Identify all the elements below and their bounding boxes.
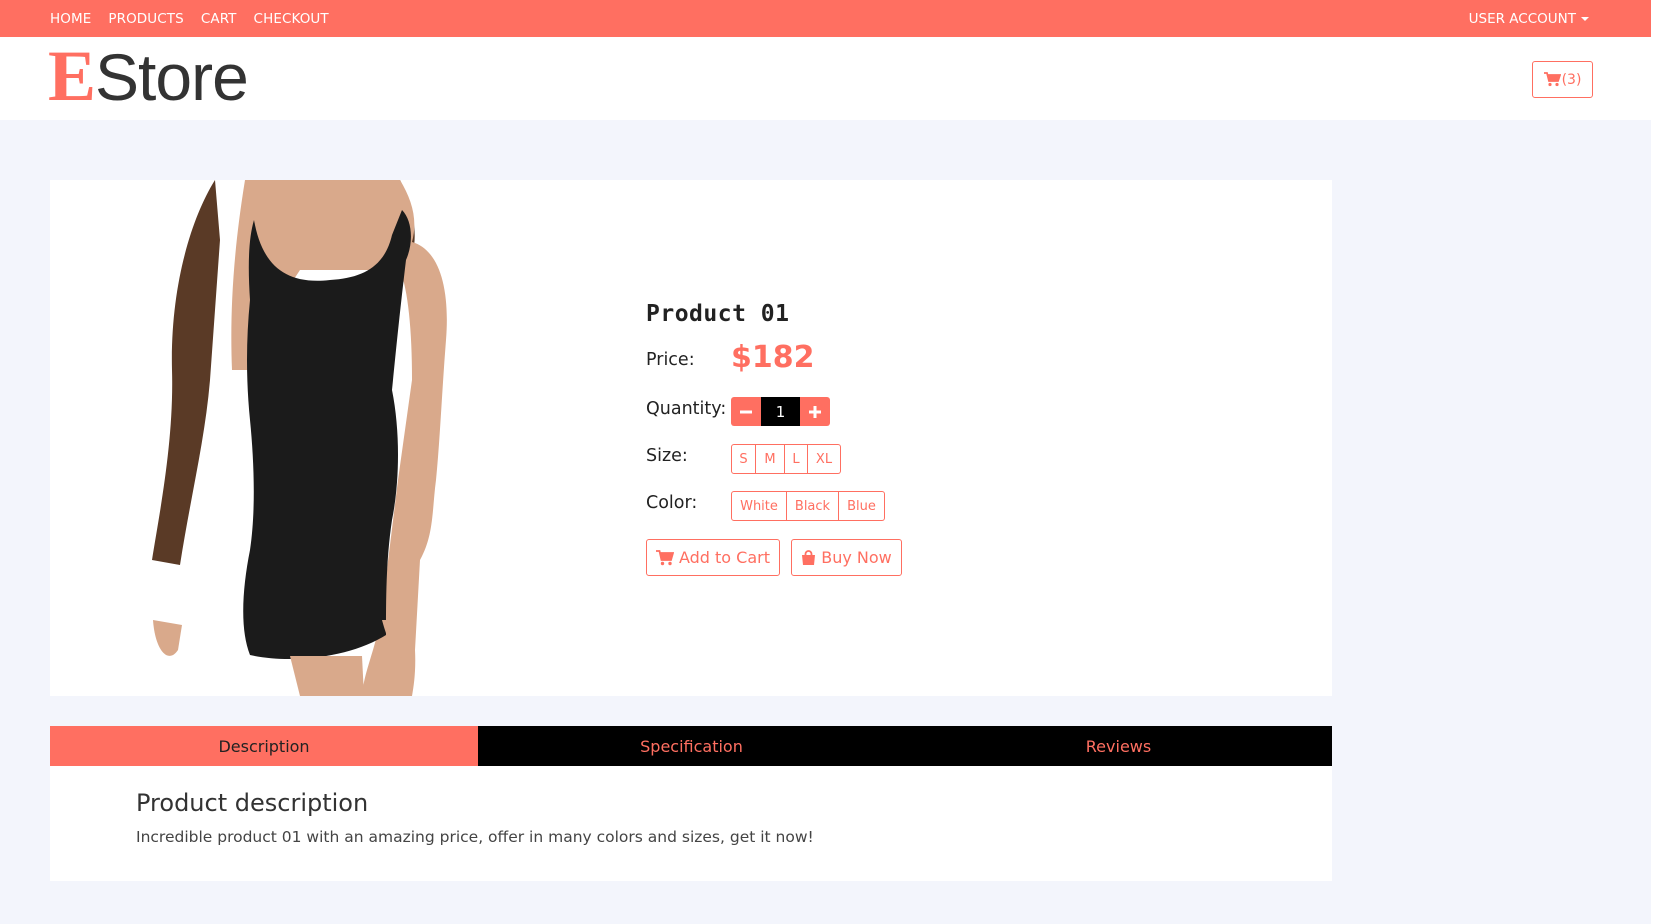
color-options: White Black Blue bbox=[731, 491, 885, 521]
description-panel: Product description Incredible product 0… bbox=[50, 766, 1332, 881]
size-option-xl[interactable]: XL bbox=[808, 444, 841, 474]
product-tabs: Description Specification Reviews bbox=[50, 726, 1332, 766]
color-option-blue[interactable]: Blue bbox=[839, 491, 885, 521]
shopping-cart-icon bbox=[655, 549, 674, 565]
shopping-bag-icon bbox=[802, 549, 816, 565]
minus-icon bbox=[740, 410, 752, 413]
quantity-stepper: 1 bbox=[731, 397, 830, 426]
tab-description[interactable]: Description bbox=[50, 726, 478, 766]
decrease-quantity-button[interactable] bbox=[731, 397, 761, 426]
top-navbar: HOME PRODUCTS CART CHECKOUT USER ACCOUNT bbox=[0, 0, 1651, 37]
add-to-cart-button[interactable]: Add to Cart bbox=[646, 539, 780, 576]
size-option-m[interactable]: M bbox=[756, 444, 785, 474]
right-gutter bbox=[1651, 0, 1657, 924]
product-price: $182 bbox=[731, 340, 815, 375]
size-label: Size: bbox=[646, 446, 688, 466]
plus-icon bbox=[809, 405, 821, 418]
nav-link-checkout[interactable]: CHECKOUT bbox=[254, 11, 329, 27]
nav-link-cart[interactable]: CART bbox=[201, 11, 237, 27]
color-option-black[interactable]: Black bbox=[787, 491, 839, 521]
buy-now-button[interactable]: Buy Now bbox=[791, 539, 902, 576]
top-nav-links: HOME PRODUCTS CART CHECKOUT bbox=[50, 0, 329, 37]
quantity-label: Quantity: bbox=[646, 399, 727, 419]
logo-text: Store bbox=[95, 40, 249, 114]
logo-letter-e: E bbox=[48, 36, 96, 116]
description-title: Product description bbox=[136, 789, 369, 817]
store-logo[interactable]: EStore bbox=[48, 36, 249, 116]
caret-down-icon bbox=[1581, 16, 1589, 21]
increase-quantity-button[interactable] bbox=[800, 397, 830, 426]
tab-specification[interactable]: Specification bbox=[478, 726, 905, 766]
cart-count: (3) bbox=[1561, 71, 1582, 88]
header-cart-button[interactable]: (3) bbox=[1532, 61, 1593, 98]
color-label: Color: bbox=[646, 493, 698, 513]
user-account-dropdown[interactable]: USER ACCOUNT bbox=[1469, 0, 1589, 37]
product-photo bbox=[152, 180, 447, 696]
site-header: EStore (3) bbox=[0, 37, 1651, 120]
shopping-cart-icon bbox=[1543, 72, 1561, 87]
price-label: Price: bbox=[646, 350, 695, 370]
user-account-label: USER ACCOUNT bbox=[1468, 10, 1576, 27]
size-option-s[interactable]: S bbox=[731, 444, 756, 474]
description-text: Incredible product 01 with an amazing pr… bbox=[136, 828, 814, 846]
add-to-cart-label: Add to Cart bbox=[678, 548, 771, 567]
size-options: S M L XL bbox=[731, 444, 841, 474]
product-card: Product 01 Price: $182 Quantity: 1 Size:… bbox=[50, 180, 1332, 696]
color-option-white[interactable]: White bbox=[731, 491, 787, 521]
nav-link-products[interactable]: PRODUCTS bbox=[108, 11, 183, 27]
size-option-l[interactable]: L bbox=[785, 444, 808, 474]
quantity-value[interactable]: 1 bbox=[761, 397, 800, 426]
product-name: Product 01 bbox=[646, 301, 790, 327]
tab-reviews[interactable]: Reviews bbox=[905, 726, 1332, 766]
nav-link-home[interactable]: HOME bbox=[50, 11, 91, 27]
buy-now-label: Buy Now bbox=[821, 548, 892, 567]
